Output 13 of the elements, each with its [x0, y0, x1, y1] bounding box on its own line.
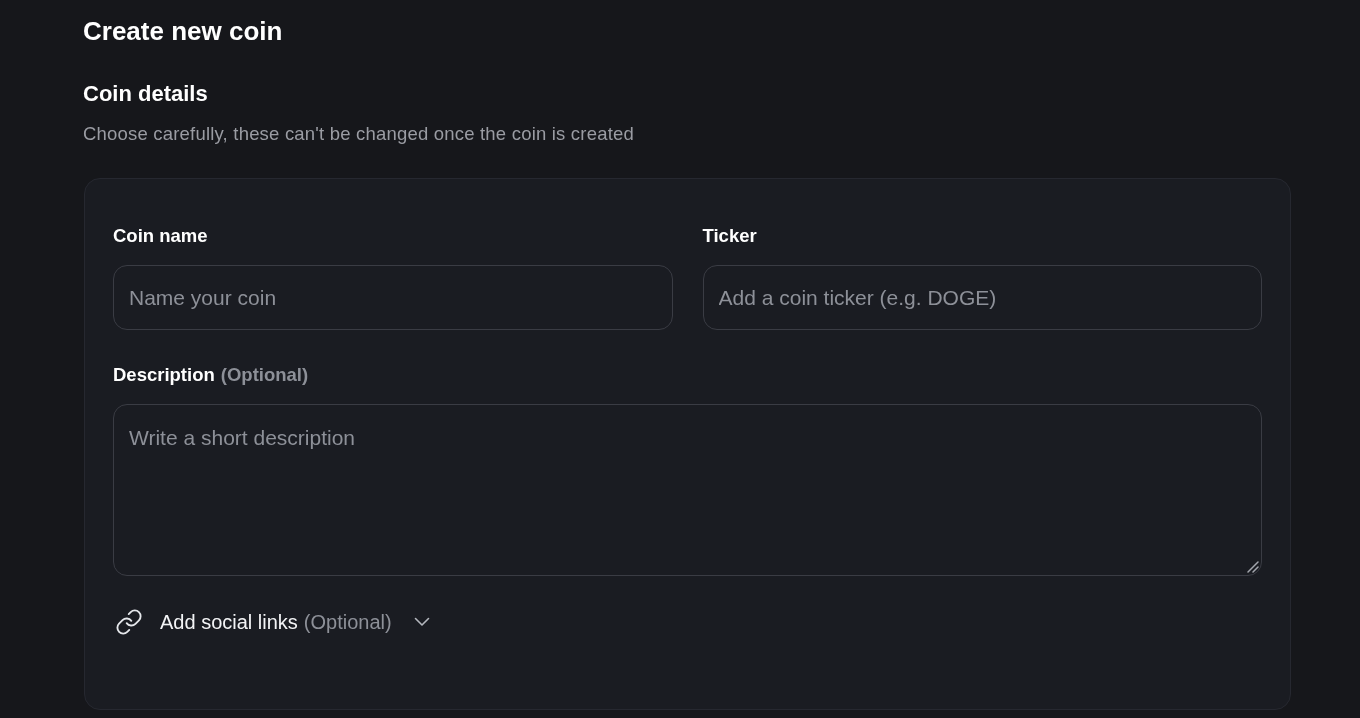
page-title: Create new coin: [83, 15, 283, 48]
text-input-field[interactable]: Add a coin ticker (e.g. DOGE): [702, 265, 1262, 330]
field-label: Ticker: [702, 224, 757, 248]
description-textarea[interactable]: Write a short description: [113, 404, 1262, 576]
section-title: Coin details: [83, 80, 208, 108]
resize-handle-icon[interactable]: [1247, 561, 1259, 573]
field-label: Description: [113, 363, 215, 387]
field-label: Coin name: [113, 224, 208, 248]
add-social-links-toggle[interactable]: Add social links (Optional): [113, 606, 432, 638]
optional-note: (Optional): [220, 363, 309, 387]
link-icon: [115, 608, 143, 636]
section-subtitle: Choose carefully, these can't be changed once the coin is created: [83, 122, 634, 146]
text-input-field[interactable]: Name your coin: [113, 265, 673, 330]
